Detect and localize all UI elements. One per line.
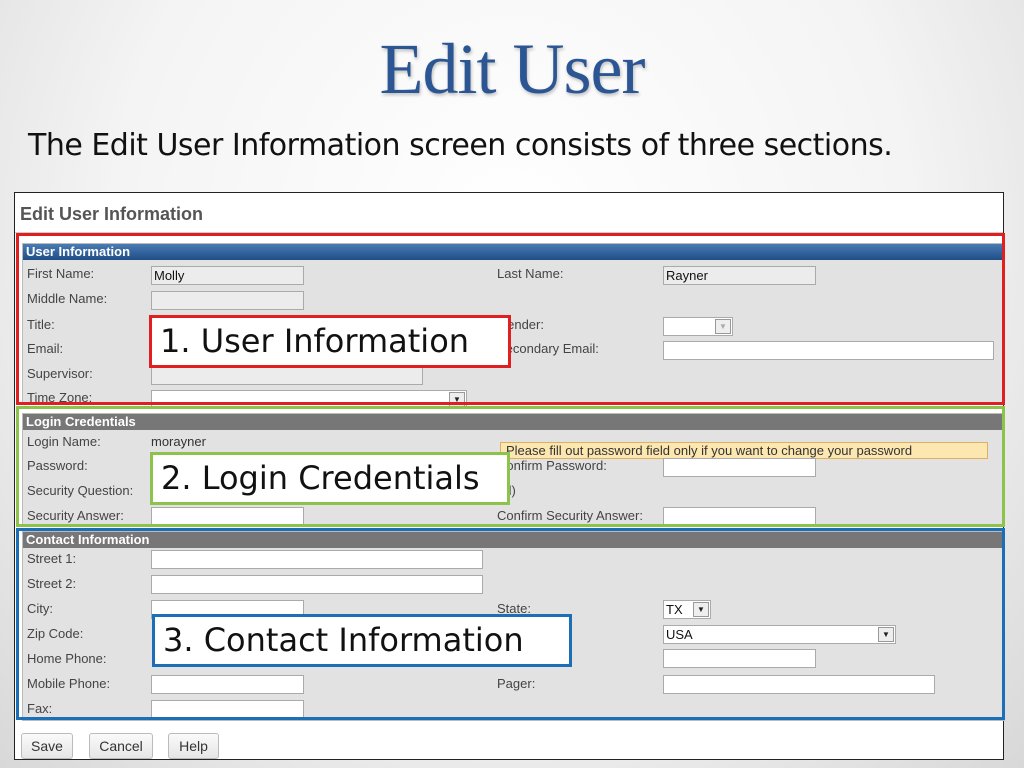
country-value: USA — [666, 627, 693, 642]
password-notice: Please fill out password field only if y… — [500, 442, 988, 459]
chevron-down-icon[interactable]: ▼ — [693, 602, 709, 617]
street1-input[interactable] — [151, 550, 483, 569]
street2-input[interactable] — [151, 575, 483, 594]
state-select[interactable]: TX ▼ — [663, 600, 711, 619]
login-name-value: morayner — [151, 434, 206, 449]
confirm-security-answer-label: Confirm Security Answer: — [497, 508, 643, 523]
security-answer-label: Security Answer: — [27, 508, 124, 523]
first-name-label: First Name: — [27, 266, 95, 281]
work-phone-input[interactable] — [663, 649, 816, 668]
title-label: Title: — [27, 317, 55, 332]
city-label: City: — [27, 601, 53, 616]
last-name-label: Last Name: — [497, 266, 564, 281]
mobile-phone-input[interactable] — [151, 675, 304, 694]
time-zone-label: Time Zone: — [27, 390, 93, 405]
chevron-down-icon[interactable]: ▼ — [449, 392, 465, 407]
middle-name-input[interactable] — [151, 291, 304, 310]
mobile-phone-label: Mobile Phone: — [27, 676, 111, 691]
page-header-title: Edit User Information — [20, 204, 204, 224]
chevron-down-icon[interactable]: ▼ — [878, 627, 894, 642]
cancel-button[interactable]: Cancel — [89, 733, 153, 759]
country-select[interactable]: USA ▼ — [663, 625, 896, 644]
callout-contact-information: 3. Contact Information — [152, 614, 572, 667]
login-name-label: Login Name: — [27, 434, 101, 449]
section-bar-login-credentials: Login Credentials — [23, 414, 1004, 430]
security-answer-input[interactable] — [151, 507, 304, 526]
supervisor-input[interactable] — [151, 366, 423, 385]
street2-label: Street 2: — [27, 576, 77, 591]
state-value: TX — [666, 602, 683, 617]
fax-input[interactable] — [151, 700, 304, 719]
secondary-email-label: Secondary Email: — [497, 341, 599, 356]
fax-label: Fax: — [27, 701, 53, 716]
security-question-label: Security Question: — [27, 483, 134, 498]
help-button[interactable]: Help — [168, 733, 219, 759]
last-name-input[interactable]: Rayner — [663, 266, 816, 285]
street1-label: Street 1: — [27, 551, 77, 566]
middle-name-label: Middle Name: — [27, 291, 108, 306]
time-zone-select[interactable]: ▼ — [151, 390, 467, 409]
slide-subtitle: The Edit User Information screen consist… — [28, 128, 893, 163]
section-bar-contact-information: Contact Information — [23, 532, 1004, 548]
supervisor-label: Supervisor: — [27, 366, 93, 381]
callout-login-credentials: 2. Login Credentials — [150, 452, 510, 505]
gender-select[interactable]: ▼ — [663, 317, 733, 336]
slide-title: Edit User — [379, 29, 646, 109]
confirm-password-input[interactable] — [663, 458, 816, 477]
home-phone-label: Home Phone: — [27, 651, 107, 666]
section-bar-user-information: User Information — [23, 244, 1004, 260]
confirm-security-answer-input[interactable] — [663, 507, 816, 526]
secondary-email-input[interactable] — [663, 341, 994, 360]
password-label: Password: — [27, 458, 88, 473]
save-button[interactable]: Save — [21, 733, 73, 759]
page-header: Edit User Information — [15, 193, 1003, 233]
pager-input[interactable] — [663, 675, 935, 694]
confirm-password-label: Confirm Password: — [497, 458, 607, 473]
chevron-down-icon[interactable]: ▼ — [715, 319, 731, 334]
pager-label: Pager: — [497, 676, 536, 691]
first-name-input[interactable]: Molly — [151, 266, 304, 285]
zip-code-label: Zip Code: — [27, 626, 84, 641]
email-label: Email: — [27, 341, 64, 356]
callout-user-information: 1. User Information — [149, 315, 511, 368]
